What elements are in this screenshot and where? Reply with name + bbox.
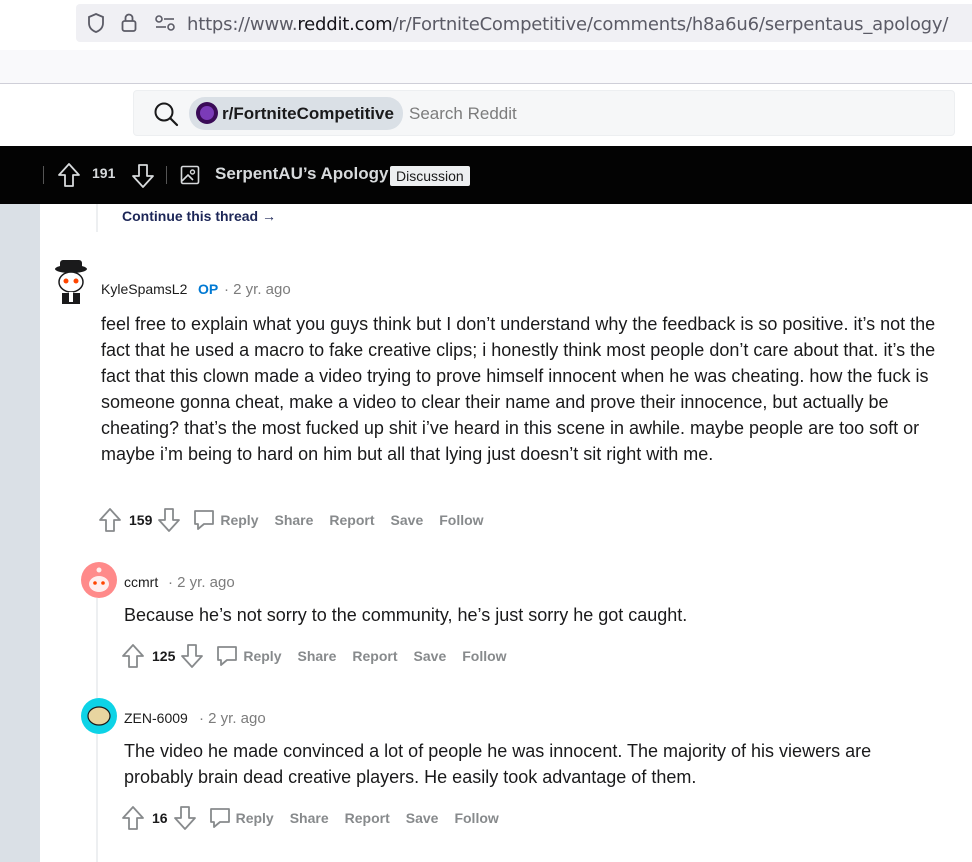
reply-button[interactable]: Reply <box>220 512 258 528</box>
timestamp-text: 2 yr. ago <box>177 574 235 591</box>
dot-separator: · <box>168 574 173 591</box>
user-avatar-icon <box>55 260 87 304</box>
comment-bubble-icon[interactable] <box>208 806 232 830</box>
comment-author[interactable]: KyleSpamsL2 <box>101 281 187 297</box>
user-avatar-icon <box>89 567 109 592</box>
user-avatar-icon <box>87 706 111 726</box>
comment-bubble-icon[interactable] <box>192 508 216 532</box>
post-score: 191 <box>92 165 116 181</box>
comment-body: feel free to explain what you guys think… <box>101 314 936 464</box>
comment-body: The video he made convinced a lot of peo… <box>124 741 872 787</box>
save-button[interactable]: Save <box>406 810 439 826</box>
avatar[interactable] <box>52 258 90 306</box>
comment-actions: 16 Reply Share Report Save Follow <box>120 803 515 833</box>
divider <box>166 166 167 184</box>
arrow-right-icon: → <box>262 208 277 224</box>
save-button[interactable]: Save <box>414 648 447 664</box>
post-title[interactable]: SerpentAU’s Apology <box>215 164 388 184</box>
url-text[interactable]: https://www.reddit.com/r/FortniteCompeti… <box>187 14 948 35</box>
search-placeholder[interactable]: Search Reddit <box>409 104 517 124</box>
upvote-icon[interactable] <box>57 162 81 188</box>
report-button[interactable]: Report <box>352 648 397 664</box>
dot-separator: · <box>224 281 229 298</box>
avatar[interactable] <box>81 698 117 734</box>
avatar[interactable] <box>81 562 117 598</box>
url-prefix: https://www. <box>187 14 298 35</box>
downvote-icon[interactable] <box>131 163 155 189</box>
follow-button[interactable]: Follow <box>462 648 506 664</box>
comment-author[interactable]: ccmrt <box>124 574 158 590</box>
permissions-icon[interactable] <box>154 14 176 32</box>
reply-button[interactable]: Reply <box>236 810 274 826</box>
report-button[interactable]: Report <box>329 512 374 528</box>
op-badge: OP <box>198 281 219 297</box>
dot-separator: · <box>199 710 204 727</box>
comment-timestamp[interactable]: · 2 yr. ago <box>168 574 235 591</box>
post-flair[interactable]: Discussion <box>390 166 470 186</box>
downvote-icon[interactable] <box>156 507 182 533</box>
comment-timestamp[interactable]: · 2 yr. ago <box>199 710 266 727</box>
save-button[interactable]: Save <box>391 512 424 528</box>
page-background <box>0 204 40 862</box>
comment-score: 125 <box>152 648 176 664</box>
report-button[interactable]: Report <box>345 810 390 826</box>
divider <box>43 166 44 184</box>
page-margin <box>952 204 972 862</box>
comment-bubble-icon[interactable] <box>215 644 239 668</box>
follow-button[interactable]: Follow <box>439 512 483 528</box>
post-header-bar: 191 SerpentAU’s Apology Discussion <box>0 146 972 204</box>
share-button[interactable]: Share <box>274 512 313 528</box>
subreddit-name[interactable]: r/FortniteCompetitive <box>222 104 394 124</box>
browser-chrome: https://www.reddit.com/r/FortniteCompeti… <box>0 0 972 84</box>
search-icon <box>154 102 179 127</box>
continue-thread-link[interactable]: Continue this thread → <box>122 208 276 224</box>
comment-timestamp[interactable]: · 2 yr. ago <box>224 281 291 298</box>
upvote-icon[interactable] <box>120 643 146 669</box>
url-host: reddit.com <box>297 14 393 35</box>
comment-score: 16 <box>152 810 168 826</box>
lock-icon[interactable] <box>120 12 138 34</box>
comment-body: Because he’s not sorry to the community,… <box>124 605 688 625</box>
subreddit-avatar <box>196 102 218 124</box>
comment-author[interactable]: ZEN-6009 <box>124 710 188 726</box>
follow-button[interactable]: Follow <box>454 810 498 826</box>
url-path: /r/FortniteCompetitive/comments/h8a6u6/s… <box>392 14 949 35</box>
comment-actions: 159 Reply Share Report Save Follow <box>97 505 500 535</box>
reply-button[interactable]: Reply <box>243 648 281 664</box>
timestamp-text: 2 yr. ago <box>208 710 266 727</box>
downvote-icon[interactable] <box>179 643 205 669</box>
continue-thread-label: Continue this thread <box>122 208 259 224</box>
comment-actions: 125 Reply Share Report Save Follow <box>120 641 523 671</box>
thread-line[interactable] <box>96 204 98 232</box>
share-button[interactable]: Share <box>297 648 336 664</box>
upvote-icon[interactable] <box>120 805 146 831</box>
upvote-icon[interactable] <box>97 507 123 533</box>
downvote-icon[interactable] <box>172 805 198 831</box>
timestamp-text: 2 yr. ago <box>233 281 291 298</box>
image-post-icon <box>180 165 200 185</box>
share-button[interactable]: Share <box>290 810 329 826</box>
shield-icon[interactable] <box>86 12 106 34</box>
comment-score: 159 <box>129 512 153 528</box>
